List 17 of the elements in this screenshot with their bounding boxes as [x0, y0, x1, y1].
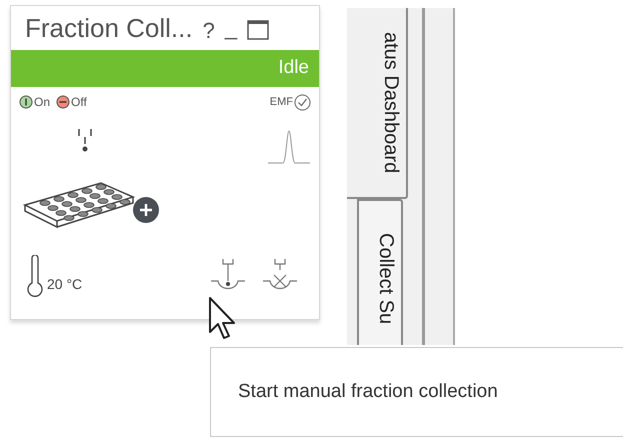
power-off-button[interactable]: Off [56, 93, 87, 111]
add-icon[interactable] [133, 197, 159, 223]
vertical-tab[interactable]: atus Dashboard [347, 8, 408, 200]
maximize-icon[interactable] [247, 20, 270, 40]
help-button[interactable]: ? [202, 20, 215, 42]
emf-label: EMF [270, 94, 293, 110]
tooltip-text: Start manual fraction collection [238, 380, 498, 404]
peak-icon [267, 129, 311, 165]
temperature-label: 20 °C [47, 275, 82, 294]
thermometer-icon [27, 255, 43, 297]
vertical-tab[interactable]: Collect Su [357, 199, 403, 345]
status-label: Idle [278, 56, 309, 80]
power-off-icon [56, 95, 70, 109]
power-on-button[interactable]: On [19, 93, 50, 111]
minimize-button[interactable]: _ [224, 17, 238, 39]
panel-title: Fraction Coll... [25, 12, 193, 44]
power-on-icon [19, 95, 33, 109]
